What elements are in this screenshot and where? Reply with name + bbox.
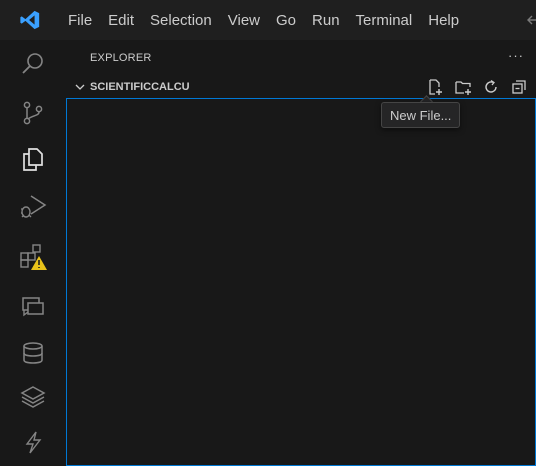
workspace-folder-name[interactable]: SCIENTIFICCALCU [90,81,190,93]
explorer-sidebar: EXPLORER ··· SCIENTIFICCALCU [66,40,536,466]
layers-icon[interactable] [0,375,66,419]
explorer-icon[interactable] [0,137,66,181]
file-tree[interactable] [66,98,536,466]
chevron-down-icon[interactable] [72,79,88,95]
warning-icon [31,256,47,270]
menu-file[interactable]: File [60,0,100,40]
menu-selection[interactable]: Selection [142,0,220,40]
new-file-tooltip: New File... [381,102,461,128]
menu-bar: File Edit Selection View Go Run Terminal… [60,0,467,40]
collapse-all-icon[interactable] [508,76,530,98]
menu-view[interactable]: View [220,0,268,40]
menu-terminal[interactable]: Terminal [348,0,421,40]
menu-run[interactable]: Run [304,0,348,40]
explorer-header: EXPLORER ··· [66,40,536,76]
explorer-title: EXPLORER [90,52,152,64]
vscode-window: File Edit Selection View Go Run Terminal… [0,0,536,466]
source-control-icon[interactable] [0,91,66,135]
menu-help[interactable]: Help [420,0,467,40]
folder-actions [424,76,530,98]
back-arrow-icon[interactable] [522,10,536,30]
search-icon[interactable] [0,42,66,86]
run-debug-icon[interactable] [0,184,66,228]
refresh-icon[interactable] [480,76,502,98]
vscode-logo-icon [0,0,60,40]
remote-explorer-icon[interactable] [0,285,66,329]
more-actions-button[interactable]: ··· [508,48,524,63]
new-file-icon[interactable] [424,76,446,98]
extensions-icon[interactable] [0,235,66,279]
activity-bar [0,40,67,466]
menu-go[interactable]: Go [268,0,304,40]
lightning-icon[interactable] [0,420,66,464]
database-icon[interactable] [0,331,66,375]
title-bar: File Edit Selection View Go Run Terminal… [0,0,536,40]
new-folder-icon[interactable] [452,76,474,98]
workspace-folder-header[interactable]: SCIENTIFICCALCU [66,76,536,98]
menu-edit[interactable]: Edit [100,0,142,40]
